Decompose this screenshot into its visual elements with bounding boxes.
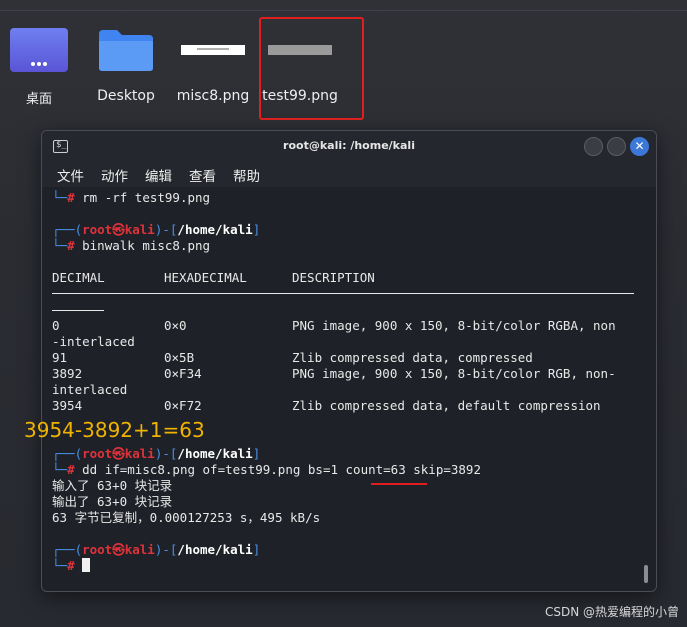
table-divider xyxy=(52,293,634,294)
highlight-annotation-box xyxy=(259,17,364,120)
scrollbar-thumb[interactable] xyxy=(644,565,648,583)
command-text: binwalk misc8.png xyxy=(82,238,211,253)
command-line: └─# dd if=misc8.png of=test99.png bs=1 c… xyxy=(52,462,481,477)
table-row-wrap: -interlaced xyxy=(52,334,135,349)
folder-icon xyxy=(99,30,153,71)
command-line: └─# binwalk misc8.png xyxy=(52,238,211,253)
menu-view[interactable]: 查看 xyxy=(189,165,216,185)
command-line: └─# rm -rf test99.png xyxy=(52,190,211,205)
output-line: 63 字节已复制，0.000127253 s，495 kB/s xyxy=(52,510,321,525)
icon-label: misc8.png xyxy=(176,88,250,104)
folder-desktop[interactable]: Desktop xyxy=(83,18,169,118)
close-button[interactable]: ✕ xyxy=(630,137,649,156)
command-text: dd if=misc8.png of=test99.png bs=1 count… xyxy=(82,462,481,477)
watermark: CSDN @热爱编程的小曾 xyxy=(544,605,679,619)
desktop-background: 桌面 Desktop misc8.png test99.png $_ root@… xyxy=(0,0,687,627)
desktop-shortcut-icon[interactable]: 桌面 xyxy=(0,18,82,118)
table-row-wrap: interlaced xyxy=(52,382,128,397)
menu-actions[interactable]: 动作 xyxy=(101,165,128,185)
top-panel-edge xyxy=(0,10,687,11)
menu-help[interactable]: 帮助 xyxy=(233,165,260,185)
image-thumbnail-icon xyxy=(181,45,245,55)
prompt-line: ┌──(root㉿kali)-[/home/kali] xyxy=(52,542,261,557)
prompt-line: ┌──(root㉿kali)-[/home/kali] xyxy=(52,446,261,461)
count-underline-annotation xyxy=(371,483,427,485)
minimize-button[interactable] xyxy=(584,137,603,156)
maximize-button[interactable] xyxy=(607,137,626,156)
menu-edit[interactable]: 编辑 xyxy=(145,165,172,185)
calculation-annotation: 3954-3892+1=63 xyxy=(24,418,205,442)
menu-bar: 文件 动作 编辑 查看 帮助 xyxy=(42,161,656,187)
icon-label: Desktop xyxy=(97,88,155,104)
command-text: rm -rf test99.png xyxy=(82,190,211,205)
table-divider-wrap xyxy=(52,310,104,311)
command-line-active[interactable]: └─# xyxy=(52,558,91,574)
title-bar[interactable]: $_ root@kali: /home/kali ✕ xyxy=(42,131,656,161)
icon-label: 桌面 xyxy=(25,92,52,107)
close-icon: ✕ xyxy=(634,139,645,153)
output-line: 输出了 63+0 块记录 xyxy=(52,494,173,509)
menu-file[interactable]: 文件 xyxy=(57,165,84,185)
desktop-folder-icon xyxy=(10,28,68,72)
prompt-line: ┌──(root㉿kali)-[/home/kali] xyxy=(52,222,261,237)
output-line: 输入了 63+0 块记录 xyxy=(52,478,173,493)
file-misc8-png[interactable]: misc8.png xyxy=(170,18,256,118)
text-cursor xyxy=(82,558,91,572)
terminal-window[interactable]: $_ root@kali: /home/kali ✕ 文件 动作 编辑 查看 帮… xyxy=(41,130,657,592)
window-title: root@kali: /home/kali xyxy=(283,139,415,152)
